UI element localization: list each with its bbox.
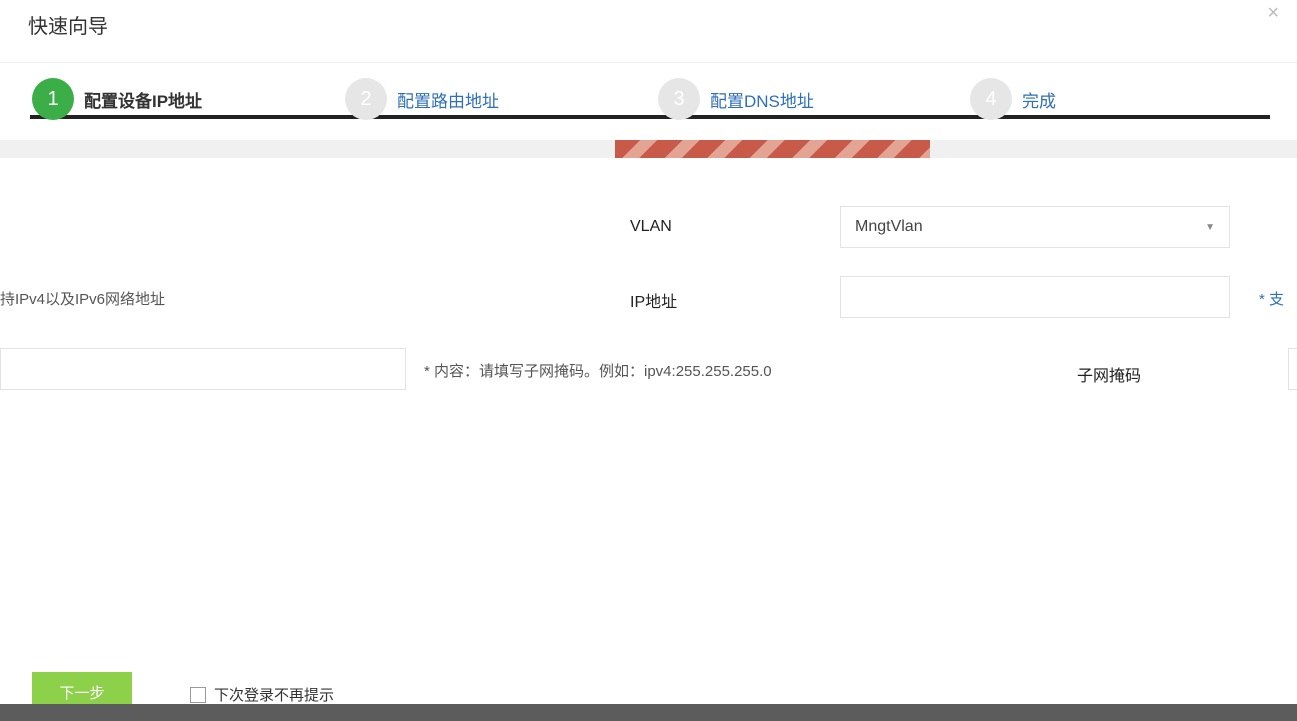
step-2-label: 配置路由地址 [397,91,499,111]
ip-hint-left: 持IPv4以及IPv6网络地址 [0,291,166,308]
step-3-number: 3 [658,78,700,120]
step-connector [30,115,1270,119]
subnet-mask-input[interactable] [0,348,406,390]
subnet-mask-input-right[interactable] [1288,348,1297,390]
step-3-label: 配置DNS地址 [710,91,814,111]
ip-label: IP地址 [630,294,678,311]
close-icon[interactable]: × [1267,2,1279,25]
step-3[interactable]: 3 配置DNS地址 [658,78,814,120]
wizard-steps: 1 配置设备IP地址 2 配置路由地址 3 配置DNS地址 4 完成 [0,78,1297,138]
step-4-label: 完成 [1022,91,1056,111]
ip-hint-right: * 支 [1259,291,1285,308]
chevron-down-icon: ▼ [1205,222,1215,233]
subnet-mask-hint: * 内容：请填写子网掩码。例如：ipv4:255.255.255.0 [424,363,772,380]
vlan-select[interactable]: MngtVlan ▼ [840,206,1230,248]
subnet-mask-label: 子网掩码 [1077,368,1142,385]
ip-address-input[interactable] [840,276,1230,318]
vlan-selected-value: MngtVlan [855,218,923,235]
dont-remind-checkbox[interactable] [190,686,206,703]
progress-bar [615,140,930,158]
dont-remind-label: 下次登录不再提示 [214,687,335,704]
footer-bar [0,704,1297,721]
step-2[interactable]: 2 配置路由地址 [345,78,499,120]
step-1-label: 配置设备IP地址 [84,91,203,111]
vlan-label: VLAN [630,218,672,235]
step-1-number: 1 [32,78,74,120]
step-4-number: 4 [970,78,1012,120]
dont-remind-option[interactable]: 下次登录不再提示 [190,684,334,705]
title-divider [0,62,1297,63]
dialog-title: 快速向导 [28,16,108,38]
step-2-number: 2 [345,78,387,120]
step-4[interactable]: 4 完成 [970,78,1056,120]
step-1[interactable]: 1 配置设备IP地址 [32,78,202,120]
